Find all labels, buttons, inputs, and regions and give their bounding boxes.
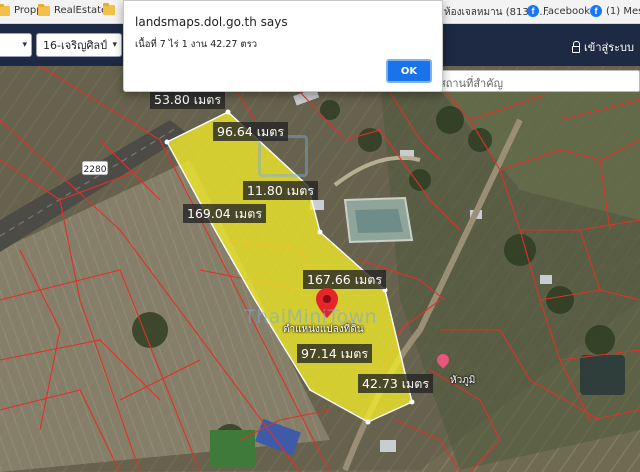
chevron-down-icon: ▾ bbox=[22, 40, 27, 50]
bookmark-realestate[interactable]: RealEstate bbox=[38, 3, 107, 16]
facebook-icon: f bbox=[527, 5, 539, 17]
bookmark-messenger[interactable]: f (1) Mess bbox=[590, 5, 640, 17]
alert-dialog: landsmaps.dol.go.th says เนื้อที่ 7 ไร่ … bbox=[123, 0, 443, 92]
measurement-label: 11.80 เมตร bbox=[243, 181, 319, 200]
lock-icon bbox=[572, 40, 581, 53]
place-search-input[interactable]: สถานที่สำคัญ bbox=[432, 70, 640, 92]
folder-icon bbox=[103, 3, 115, 15]
ok-button[interactable]: OK bbox=[386, 59, 432, 83]
measurement-label: 96.64 เมตร bbox=[213, 122, 289, 141]
folder-icon bbox=[0, 3, 10, 16]
dialog-message: เนื้อที่ 7 ไร่ 1 งาน 42.27 ตรว bbox=[135, 39, 258, 50]
measurement-label: 169.04 เมตร bbox=[183, 204, 267, 223]
folder-icon bbox=[38, 3, 50, 16]
measurement-label: 42.73 เมตร bbox=[358, 374, 434, 393]
measurement-label: 167.66 เมตร bbox=[303, 270, 387, 289]
watermark-text: ThaiMiniTown bbox=[244, 306, 378, 328]
facebook-icon: f bbox=[590, 5, 602, 17]
map-view[interactable]: 2280 bbox=[0, 66, 640, 472]
watermark-logo-icon bbox=[258, 135, 308, 177]
road-shield-label: 2280 bbox=[84, 165, 107, 175]
login-button[interactable]: เข้าสู่ระบบ bbox=[572, 38, 634, 56]
measurement-label: 97.14 เมตร bbox=[297, 344, 373, 363]
bookmark-folder[interactable] bbox=[103, 3, 119, 15]
bookmark-facebook[interactable]: f Facebook bbox=[527, 5, 590, 17]
district-select[interactable]: 16-เจริญศิลป์ ▾ bbox=[36, 33, 122, 57]
dialog-title: landsmaps.dol.go.th says bbox=[135, 15, 288, 29]
chevron-down-icon: ▾ bbox=[112, 40, 117, 50]
satellite-map: 2280 bbox=[0, 66, 640, 472]
province-select[interactable]: ▾ bbox=[0, 33, 32, 57]
place-label: หัวภูมิ bbox=[450, 375, 476, 386]
measurement-label: 53.80 เมตร bbox=[150, 90, 226, 109]
